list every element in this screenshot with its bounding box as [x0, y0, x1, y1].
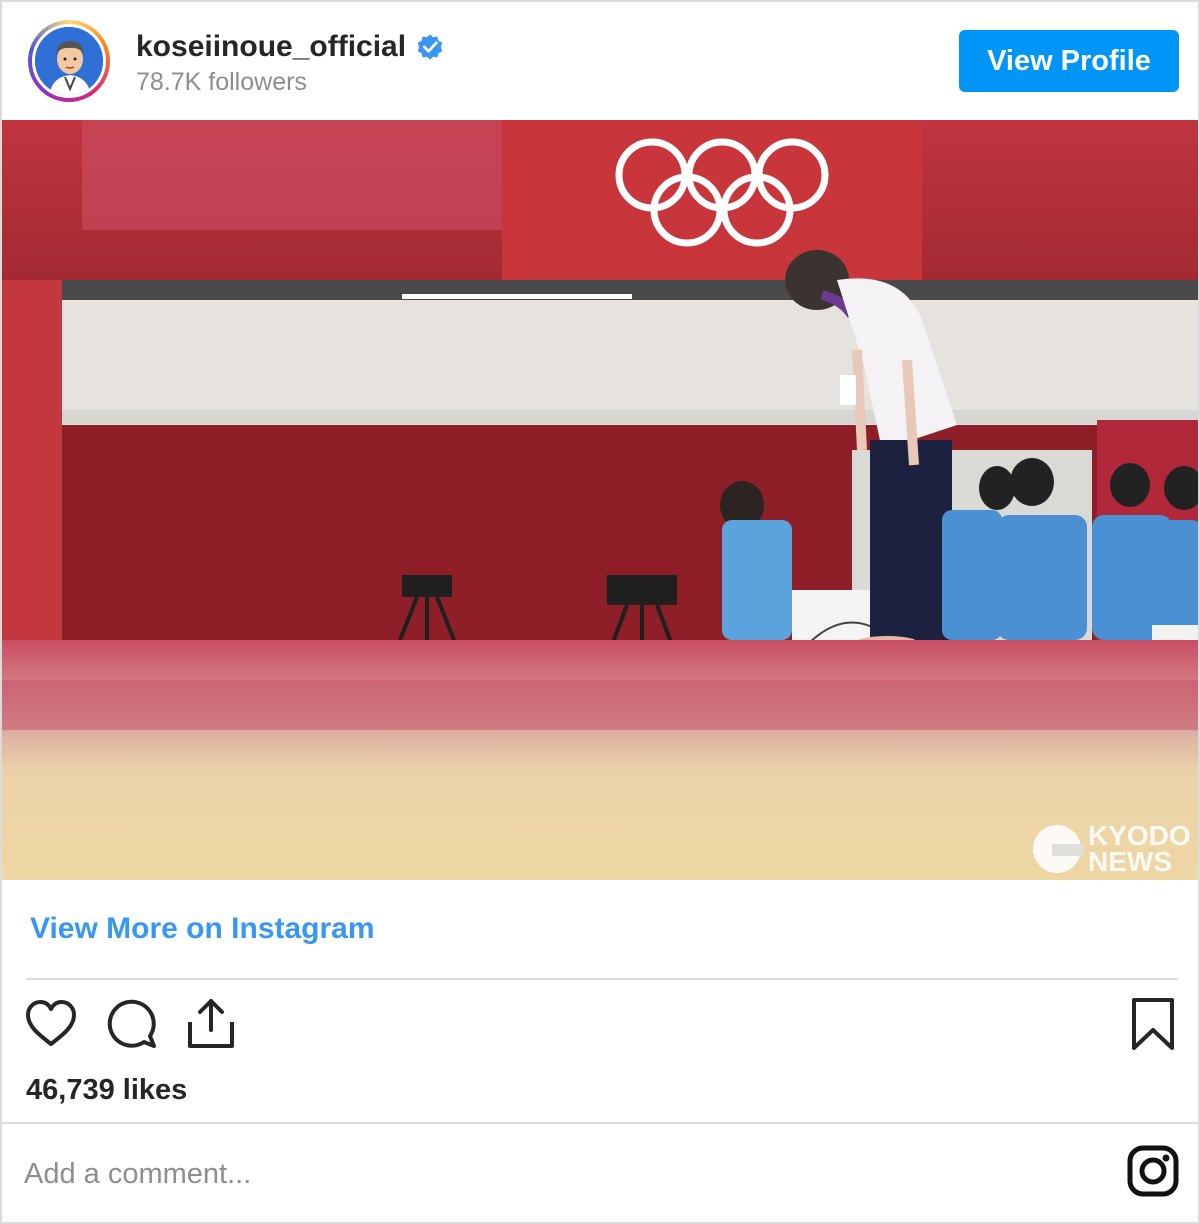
instagram-embed-card: koseiinoue_official 78.7K followers View… [0, 0, 1200, 1224]
divider [2, 1122, 1198, 1124]
comment-input[interactable] [24, 1150, 1024, 1198]
kyodo-logo-icon [1033, 825, 1084, 873]
avatar-image [32, 24, 106, 98]
view-more-link[interactable]: View More on Instagram [30, 912, 375, 946]
username-row: koseiinoue_official [136, 30, 444, 64]
kyodo-news-watermark: KYODO NEWS [1030, 822, 1191, 876]
username[interactable]: koseiinoue_official [136, 30, 406, 64]
followers-count: 78.7K followers [136, 68, 307, 96]
post-photo-image [2, 120, 1198, 880]
instagram-icon[interactable] [1126, 1144, 1180, 1198]
avatar-illustration-icon [35, 27, 103, 95]
post-photo[interactable]: KYODO NEWS [2, 120, 1198, 880]
verified-badge-icon [417, 34, 443, 60]
comment-icon[interactable] [106, 998, 158, 1050]
watermark-line2: NEWS [1088, 846, 1172, 877]
bookmark-icon[interactable] [1130, 996, 1176, 1052]
avatar[interactable] [28, 20, 110, 102]
post-header: koseiinoue_official 78.7K followers View… [2, 2, 1198, 120]
heart-icon[interactable] [24, 998, 78, 1050]
likes-count[interactable]: 46,739 likes [26, 1074, 187, 1107]
divider [26, 978, 1178, 980]
view-profile-button[interactable]: View Profile [959, 30, 1179, 92]
share-icon[interactable] [186, 996, 236, 1050]
